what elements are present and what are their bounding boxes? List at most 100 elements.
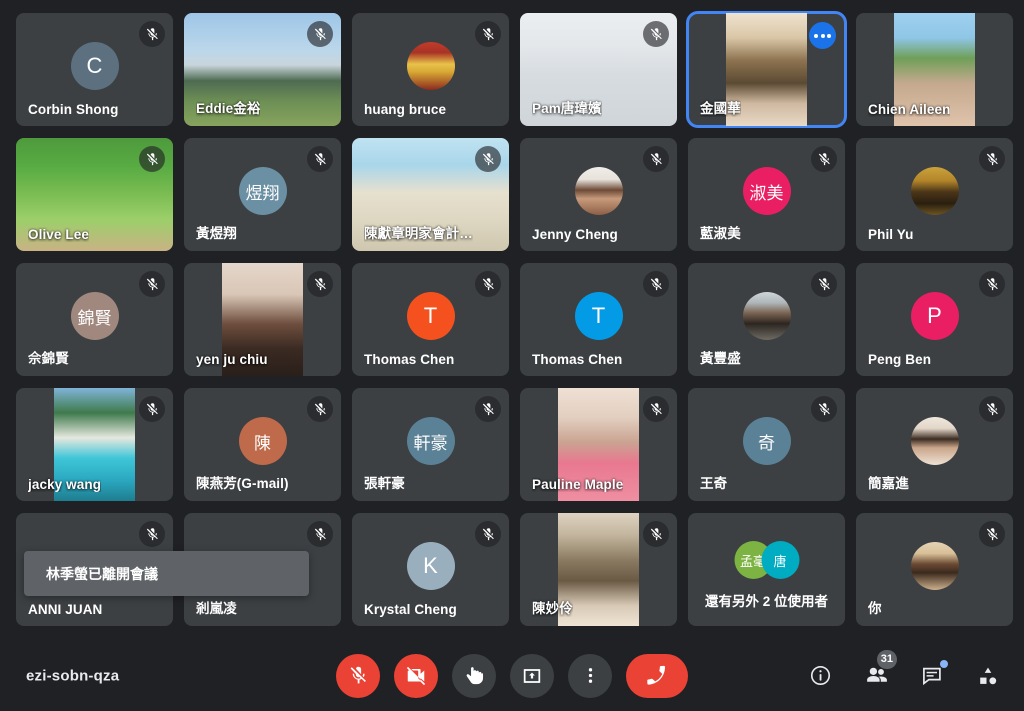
- participants-button[interactable]: 31: [858, 649, 897, 694]
- chat-button[interactable]: [914, 658, 950, 694]
- participant-tile[interactable]: Olive Lee: [16, 138, 173, 251]
- participant-tile[interactable]: 軒豪 張軒豪: [352, 388, 509, 501]
- avatar: [742, 292, 791, 341]
- participant-tile[interactable]: Pam唐瑋嬪: [520, 13, 677, 126]
- avatar: 錦賢: [70, 292, 119, 341]
- toast-message: 林季螢已離開會議: [46, 565, 158, 582]
- camera-button[interactable]: [394, 653, 438, 698]
- participant-name: 張軒豪: [364, 476, 405, 491]
- meeting-code: ezi-sobn-qza: [26, 667, 120, 684]
- mic-off-icon: [818, 402, 830, 415]
- participant-tile[interactable]: Chien Aileen: [856, 13, 1013, 126]
- avatar: 淑美: [742, 167, 791, 216]
- more-options-button[interactable]: [568, 653, 612, 698]
- participant-name: 你: [868, 601, 882, 616]
- more-dot: [820, 33, 825, 38]
- participant-name: Olive Lee: [28, 227, 89, 242]
- participant-tile[interactable]: K Krystal Cheng: [352, 513, 509, 626]
- mic-off-icon: [986, 527, 998, 540]
- mic-off-icon: [650, 527, 662, 540]
- meet-app: C Corbin Shong Eddie金裕 huang bruce Pam唐瑋嬪 金國華…: [0, 0, 1024, 711]
- avatar: P: [910, 292, 959, 341]
- more-vert-icon: [588, 668, 592, 683]
- participant-tile[interactable]: 陳陳燕芳(G-mail): [184, 388, 341, 501]
- mic-off-icon: [482, 402, 494, 415]
- participant-tile[interactable]: P Peng Ben: [856, 263, 1013, 376]
- participant-tile[interactable]: Jenny Cheng: [520, 138, 677, 251]
- mic-off-icon: [986, 277, 998, 290]
- participant-name: Chien Aileen: [868, 102, 951, 117]
- participant-tile[interactable]: Pauline Maple: [520, 388, 677, 501]
- participant-name: 藍淑美: [700, 226, 741, 241]
- mic-muted-indicator: [979, 146, 1005, 172]
- participant-tile[interactable]: 金國華: [686, 11, 847, 128]
- participant-name: Pam唐瑋嬪: [532, 101, 602, 116]
- participant-tile[interactable]: Eddie金裕: [184, 13, 341, 126]
- participants-count-badge: 31: [876, 649, 897, 669]
- participant-tile[interactable]: 淑美 藍淑美: [688, 138, 845, 251]
- mic-muted-indicator: [811, 396, 837, 422]
- avatar-initial: 陳: [254, 433, 271, 453]
- mic-muted-indicator: [643, 21, 669, 47]
- participant-tile[interactable]: 黃豐盛: [688, 263, 845, 376]
- mic-off-icon: [818, 277, 830, 290]
- mic-muted-indicator: [139, 271, 165, 297]
- present-screen-button[interactable]: [510, 653, 554, 698]
- participant-name: Jenny Cheng: [532, 227, 618, 242]
- raise-hand-button[interactable]: [452, 653, 496, 698]
- participant-name: Corbin Shong: [28, 102, 119, 117]
- participant-name: Thomas Chen: [532, 352, 623, 367]
- mic-muted-indicator: [979, 396, 1005, 422]
- tile-more-options-button[interactable]: [809, 22, 836, 49]
- avatar-initial: 唐: [773, 553, 787, 569]
- mic-off-icon: [314, 152, 326, 165]
- avatar: K: [406, 542, 455, 591]
- activities-button[interactable]: [970, 658, 1006, 694]
- participant-tile[interactable]: 簡嘉進: [856, 388, 1013, 501]
- participant-name: 黃豐盛: [700, 351, 741, 366]
- participant-tile[interactable]: 煜翔 黃煜翔: [184, 138, 341, 251]
- avatar: 軒豪: [406, 417, 455, 466]
- participant-tile[interactable]: 陳獻章明家會計…: [352, 138, 509, 251]
- microphone-button[interactable]: [336, 653, 380, 698]
- avatar: T: [574, 292, 623, 341]
- participant-tile[interactable]: C Corbin Shong: [16, 13, 173, 126]
- mic-off-icon: [314, 527, 326, 540]
- mic-muted-indicator: [811, 271, 837, 297]
- avatar: [406, 42, 455, 91]
- mic-muted-indicator: [811, 146, 837, 172]
- participant-tile[interactable]: T Thomas Chen: [520, 263, 677, 376]
- mic-muted-indicator: [979, 271, 1005, 297]
- participant-name: jacky wang: [28, 477, 102, 492]
- mic-muted-indicator: [475, 146, 501, 172]
- mic-off-icon: [986, 402, 998, 415]
- meeting-details-button[interactable]: [802, 658, 838, 694]
- participant-tile[interactable]: Phil Yu: [856, 138, 1013, 251]
- chat-unread-dot: [940, 659, 948, 668]
- participant-tile[interactable]: jacky wang: [16, 388, 173, 501]
- participant-name: Pauline Maple: [532, 477, 624, 492]
- avatar: C: [70, 42, 119, 91]
- participant-tile[interactable]: 奇王奇: [688, 388, 845, 501]
- avatar-initial: T: [423, 303, 438, 329]
- participant-tile[interactable]: 陳妙伶: [520, 513, 677, 626]
- more-dot: [827, 33, 831, 38]
- more-dot: [814, 33, 818, 38]
- mic-muted-indicator: [475, 271, 501, 297]
- leave-call-button[interactable]: [626, 653, 688, 698]
- mic-muted-indicator: [643, 521, 669, 547]
- participant-name: 還有另外 2 位使用者: [704, 593, 829, 609]
- participant-tile[interactable]: T Thomas Chen: [352, 263, 509, 376]
- mic-muted-indicator: [139, 396, 165, 422]
- participant-tile[interactable]: 孟毫唐還有另外 2 位使用者: [688, 513, 845, 626]
- mic-muted-indicator: [139, 146, 165, 172]
- avatar: [574, 167, 623, 216]
- participant-name: huang bruce: [364, 102, 447, 117]
- participant-tile[interactable]: yen ju chiu: [184, 263, 341, 376]
- participant-tile[interactable]: huang bruce: [352, 13, 509, 126]
- participant-tile[interactable]: 錦賢 佘錦賢: [16, 263, 173, 376]
- avatar-initial: P: [927, 303, 942, 329]
- participant-name: 金國華: [700, 101, 741, 116]
- mic-muted-indicator: [475, 396, 501, 422]
- participant-tile[interactable]: 你: [856, 513, 1013, 626]
